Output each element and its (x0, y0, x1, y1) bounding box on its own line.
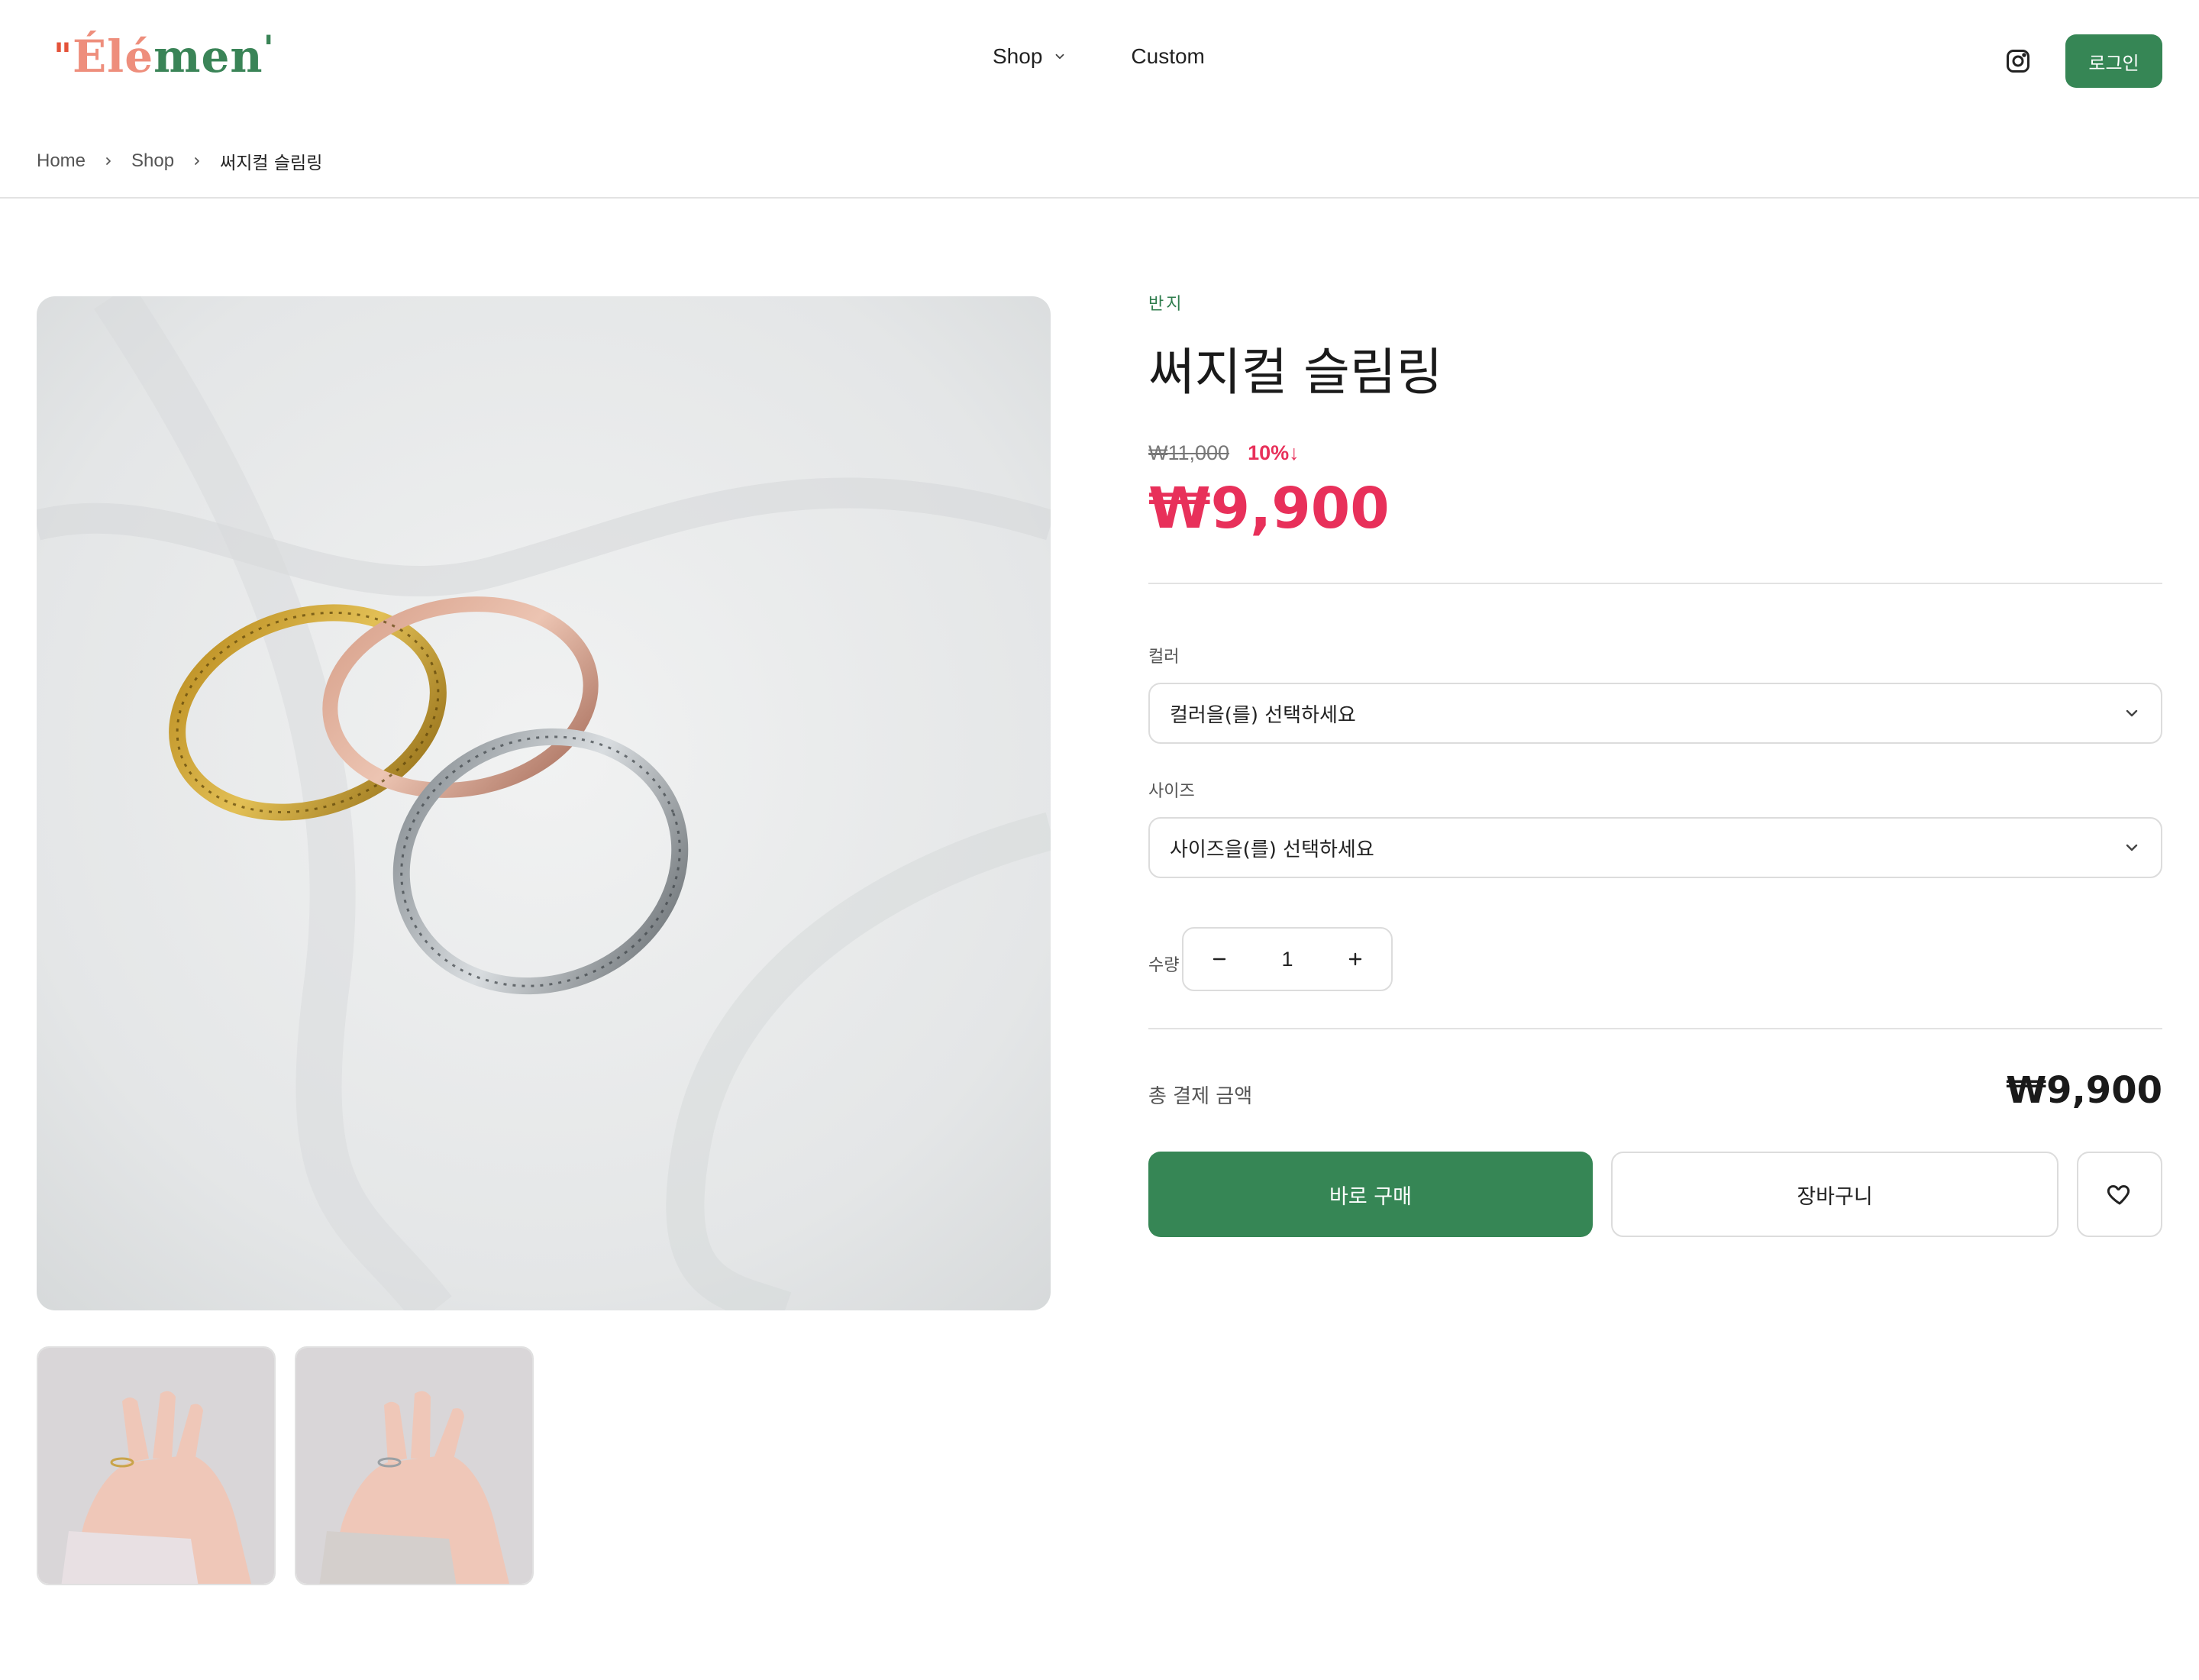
divider (1148, 1028, 2162, 1029)
price-row: ₩11,000 10%↓ (1148, 441, 2162, 465)
wishlist-button[interactable] (2077, 1152, 2162, 1237)
color-select[interactable]: 컬러을(를) 선택하세요 (1148, 683, 2162, 744)
original-price: ₩11,000 (1148, 441, 1230, 464)
breadcrumb: Home Shop 써지컬 슬림링 (37, 148, 322, 174)
login-button[interactable]: 로그인 (2065, 34, 2162, 88)
size-select-value: 사이즈을(를) 선택하세요 (1170, 838, 1374, 861)
total-price: ₩9,900 (2006, 1069, 2162, 1112)
chevron-down-icon (1056, 53, 1064, 60)
instagram-icon[interactable] (2004, 47, 2032, 75)
buy-now-button[interactable]: 바로 구매 (1148, 1152, 1593, 1237)
brand-logo[interactable]: " Élé men ' (53, 27, 275, 92)
rings-photo (37, 296, 1051, 1310)
size-label: 사이즈 (1148, 782, 1195, 801)
color-label: 컬러 (1148, 648, 1180, 667)
product-category: 반지 (1148, 295, 1184, 314)
logo-quote-close: ' (263, 27, 275, 69)
product-thumbnail-2[interactable] (295, 1346, 534, 1585)
nav-item-label: Custom (1131, 44, 1205, 68)
chevron-down-icon (2126, 709, 2138, 717)
breadcrumb-home[interactable]: Home (37, 150, 86, 172)
product-title: 써지컬 슬림링 (1148, 343, 1443, 402)
sale-price: ₩9,900 (1148, 476, 1390, 541)
nav-item-custom[interactable]: Custom (1131, 44, 1204, 69)
hand-ring-photo-2 (296, 1348, 532, 1584)
breadcrumb-current: 써지컬 슬림링 (220, 153, 323, 173)
chevron-down-icon (2126, 844, 2138, 851)
chevron-right-icon (195, 157, 199, 165)
color-select-value: 컬러을(를) 선택하세요 (1170, 703, 1356, 727)
quantity-value[interactable]: 1 (1281, 948, 1293, 971)
logo-quote-open: " (53, 35, 73, 76)
header-divider (0, 197, 2199, 199)
main-nav: Shop Custom (993, 44, 1205, 69)
decrease-button[interactable] (1206, 946, 1232, 972)
quantity-stepper: 1 (1182, 927, 1393, 991)
breadcrumb-shop[interactable]: Shop (131, 150, 174, 172)
minus-icon (1213, 958, 1226, 961)
discount-badge: 10%↓ (1248, 441, 1300, 464)
divider (1148, 583, 2162, 584)
heart-icon (2107, 1185, 2130, 1205)
chevron-right-icon (106, 157, 111, 165)
total-label: 총 결제 금액 (1148, 1085, 1253, 1108)
logo-text-green: men (153, 31, 263, 82)
product-main-image[interactable] (37, 296, 1051, 1310)
nav-item-label: Shop (993, 44, 1043, 68)
increase-button[interactable] (1342, 946, 1368, 972)
site-header: " Élé men ' Shop Custom 로그인 (0, 0, 2199, 121)
plus-icon (1348, 952, 1362, 966)
size-select[interactable]: 사이즈을(를) 선택하세요 (1148, 817, 2162, 878)
hand-ring-photo-1 (38, 1348, 274, 1584)
quantity-label: 수량 (1148, 956, 1180, 975)
product-thumbnail-1[interactable] (37, 1346, 276, 1585)
product-info: 반지 써지컬 슬림링 ₩11,000 10%↓ ₩9,900 (1148, 290, 2162, 541)
nav-item-shop[interactable]: Shop (993, 44, 1067, 69)
logo-text-pink: Élé (72, 31, 154, 82)
add-to-cart-button[interactable]: 장바구니 (1611, 1152, 2059, 1237)
